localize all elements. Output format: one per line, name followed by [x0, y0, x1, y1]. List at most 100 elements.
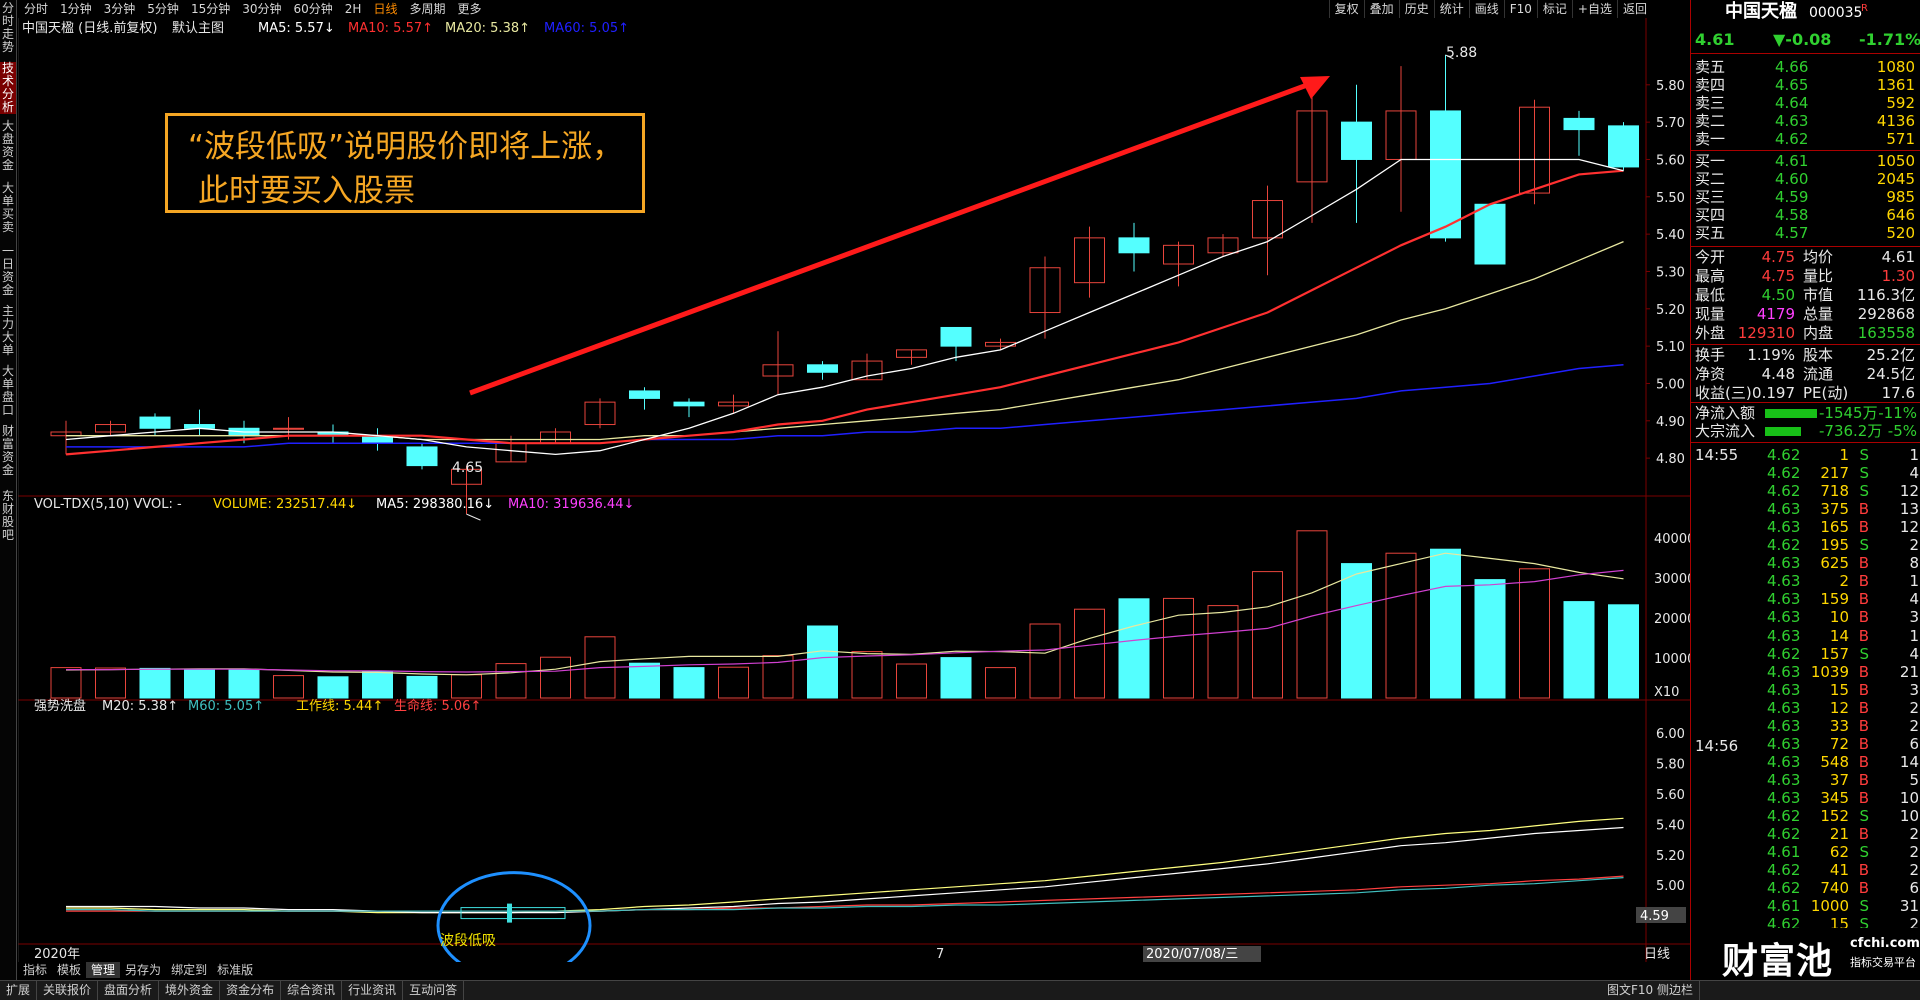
bottom-tab[interactable]: 资金分布: [220, 981, 282, 1000]
left-nav-item[interactable]: 分时走势: [0, 2, 16, 54]
ind-work-legend: 工作线: 5.44↑: [296, 699, 383, 714]
main-template[interactable]: 默认主图: [172, 20, 224, 36]
indicator-tab[interactable]: 标准版: [212, 962, 258, 978]
price-axis-label: 4.80: [1656, 452, 1685, 467]
left-nav-item[interactable]: 主力大单: [0, 305, 16, 357]
tick-count: 2: [1909, 716, 1919, 735]
bottom-tab[interactable]: 扩展: [0, 981, 38, 1000]
volume-bar: [1074, 608, 1105, 699]
tick-row: 4.62 21 B 2: [1691, 825, 1920, 843]
tick-side: B: [1858, 825, 1869, 844]
tick-row: 4.63 2 B 1: [1691, 572, 1920, 590]
period-tab[interactable]: 多周期: [403, 0, 451, 18]
left-nav-item[interactable]: 大单盘口: [0, 365, 16, 417]
bids-label: 买二: [1695, 170, 1726, 188]
tick-count: 12: [1899, 518, 1919, 537]
indicator-tab[interactable]: 指标: [18, 962, 52, 978]
period-tab[interactable]: 5分钟: [141, 0, 185, 18]
stat-label: 均价: [1803, 248, 1834, 266]
indicator-tab[interactable]: 管理: [86, 962, 121, 978]
tick-side: B: [1858, 662, 1869, 681]
volume-bar: [1029, 623, 1061, 699]
chart-tool-button[interactable]: 画线: [1468, 0, 1504, 18]
left-nav-item[interactable]: 大盘资金: [0, 120, 16, 172]
tick-volume: 2: [1839, 572, 1849, 591]
period-tab[interactable]: 1分钟: [54, 0, 98, 18]
candle: [1341, 121, 1372, 160]
tick-count: 10: [1899, 788, 1919, 807]
chart-tool-button[interactable]: 复权: [1328, 0, 1364, 18]
indicator-axis-label: 5.60: [1656, 788, 1685, 803]
bids-row: 买五 4.57 520: [1691, 224, 1920, 243]
tick-price: 4.62: [1767, 861, 1801, 880]
asks-volume: 1080: [1876, 58, 1915, 76]
left-nav-item[interactable]: 大单买卖: [0, 182, 16, 234]
tick-price: 4.63: [1767, 698, 1801, 717]
period-tab[interactable]: 30分钟: [236, 0, 287, 18]
stock-flag: R: [1861, 3, 1868, 14]
bottom-tab[interactable]: 盘面分析: [98, 981, 160, 1000]
stat-label: 总量: [1803, 305, 1834, 323]
axis-labels: 5.80 5.70 5.60 5.50 5.40 5.30 5.20 5.10 5.00 4.90…: [1646, 79, 1690, 925]
asks-volume: 571: [1886, 130, 1915, 148]
bottom-tab[interactable]: 行业资讯: [342, 981, 404, 1000]
volume-bar: [495, 663, 527, 699]
volume-bar: [1608, 604, 1639, 699]
period-tab[interactable]: 2H: [339, 0, 368, 18]
x-axis-period[interactable]: 日线: [1644, 947, 1670, 962]
candle: [1608, 125, 1639, 168]
stat2-label: 流通: [1803, 365, 1834, 383]
stat-value: 116.3亿: [1857, 286, 1915, 304]
indicator-tab[interactable]: 另存为: [120, 962, 166, 978]
annotation-line2: 此时要买入股票: [198, 173, 415, 209]
bottom-right-label[interactable]: 图文F10 侧边栏: [1601, 981, 1700, 1000]
period-tab[interactable]: 3分钟: [98, 0, 142, 18]
tick-row: 4.63 14 B 1: [1691, 627, 1920, 645]
period-tab[interactable]: 分时: [18, 0, 54, 18]
tick-side: S: [1859, 464, 1869, 483]
chart-tool-button[interactable]: 标记: [1536, 0, 1572, 18]
chart-tool-button[interactable]: 叠加: [1363, 0, 1399, 18]
indicator-line: [66, 875, 1624, 912]
tick-volume: 157: [1820, 644, 1849, 663]
period-tab[interactable]: 更多: [451, 0, 487, 18]
left-nav-item[interactable]: 东财股吧: [0, 490, 16, 542]
left-nav-item[interactable]: 技术分析: [0, 62, 16, 114]
flow-bar: [1765, 409, 1817, 418]
tick-volume: 10: [1829, 608, 1849, 627]
chart-tool-button[interactable]: 历史: [1398, 0, 1434, 18]
chart-tool-button[interactable]: F10: [1503, 0, 1537, 18]
left-nav-item[interactable]: 财富资金: [0, 425, 16, 477]
tick-price: 4.63: [1767, 752, 1801, 771]
bids-label: 买一: [1695, 152, 1726, 170]
period-tab[interactable]: 60分钟: [288, 0, 339, 18]
chart-tool-button[interactable]: +自选: [1571, 0, 1617, 18]
tick-price: 4.63: [1767, 608, 1801, 627]
tick-count: 12: [1899, 482, 1919, 501]
tick-count: 2: [1909, 861, 1919, 880]
volume-bar: [1163, 597, 1194, 699]
volume-chart: [50, 530, 1639, 699]
tick-price: 4.62: [1767, 464, 1801, 483]
tick-side: B: [1858, 788, 1869, 807]
tick-count: 6: [1909, 734, 1919, 753]
period-tab[interactable]: 日线: [367, 0, 403, 18]
bottom-tab[interactable]: 综合资讯: [281, 981, 343, 1000]
indicator-tab[interactable]: 绑定到: [166, 962, 212, 978]
bottom-tab[interactable]: 互动问答: [403, 981, 465, 1000]
period-tab[interactable]: 15分钟: [185, 0, 236, 18]
tick-volume: 1: [1839, 446, 1849, 464]
indicator-tab[interactable]: 模板: [52, 962, 86, 978]
bottom-tab[interactable]: 关联报价: [37, 981, 99, 1000]
left-nav-item[interactable]: 一日资金: [0, 245, 16, 297]
bottom-tab[interactable]: 境外资金: [159, 981, 221, 1000]
tick-volume: 12: [1829, 698, 1849, 717]
ma5-legend: MA5: 5.57↓: [258, 21, 335, 36]
stat-row: 最高 4.75 量比 1.30: [1691, 267, 1920, 286]
chart-tool-button[interactable]: 统计: [1433, 0, 1469, 18]
tick-side: B: [1858, 716, 1869, 735]
chart-tool-button[interactable]: 返回: [1616, 0, 1652, 18]
tick-row: 4.62 217 S 4: [1691, 464, 1920, 482]
ma10-line: [65, 169, 1624, 456]
stat2-row: 收益(三) 0.197 PE(动) 17.6: [1691, 384, 1920, 403]
